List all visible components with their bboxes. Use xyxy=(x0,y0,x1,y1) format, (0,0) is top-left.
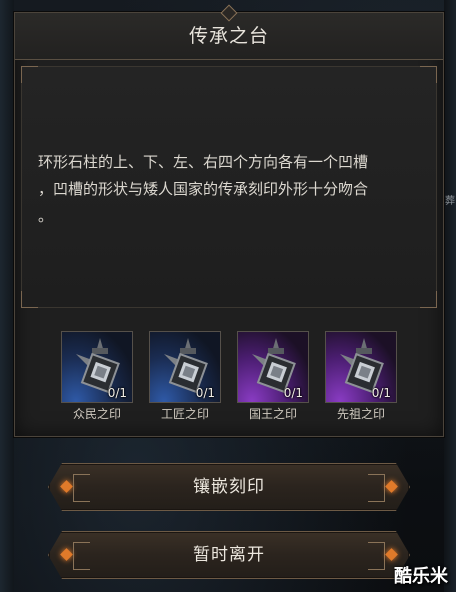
bracket-ornament xyxy=(368,542,385,570)
corner-ornament xyxy=(21,66,38,83)
seal-slot-frame: 0/1 xyxy=(325,331,397,403)
embed-seal-label: 镶嵌刻印 xyxy=(193,477,265,497)
site-watermark: 酷乐米 xyxy=(394,566,448,587)
inheritance-altar-dialog: 传承之台 环形石柱的上、下、左、右四个方向各有一个凹槽 ，凹槽的形状与矮人国家的… xyxy=(14,4,444,437)
corner-ornament xyxy=(420,291,437,308)
seal-slot-frame: 0/1 xyxy=(61,331,133,403)
edge-text-fragment: 葬 xyxy=(445,196,455,207)
dialog-title-bar: 传承之台 xyxy=(15,4,443,60)
seal-count: 0/1 xyxy=(107,386,127,400)
background-left-edge xyxy=(0,0,14,592)
corner-ornament xyxy=(21,291,38,308)
seal-slot-king[interactable]: 0/1 国王之印 xyxy=(237,331,309,423)
seal-slot-frame: 0/1 xyxy=(237,331,309,403)
seal-slot-ancestor[interactable]: 0/1 先祖之印 xyxy=(325,331,397,423)
seal-slots: 0/1 众民之印 0/1 工匠之印 0/1 国王之印 0/1 先祖之印 xyxy=(61,331,401,423)
dialog-title: 传承之台 xyxy=(188,25,269,47)
seal-label: 众民之印 xyxy=(72,407,121,421)
seal-count: 0/1 xyxy=(195,386,215,400)
game-scene: 葬 传承之台 环形石柱的上、下、左、右四个方向各有一个凹槽 ，凹槽的形状与矮人国… xyxy=(0,0,456,592)
seal-count: 0/1 xyxy=(371,386,391,400)
leave-button[interactable]: 暂时离开 xyxy=(48,531,410,579)
description-text: 环形石柱的上、下、左、右四个方向各有一个凹槽 ，凹槽的形状与矮人国家的传承刻印外… xyxy=(38,153,369,225)
seal-label: 工匠之印 xyxy=(160,407,209,421)
seal-label: 国王之印 xyxy=(248,407,297,421)
background-right-edge xyxy=(444,0,456,592)
seal-label: 先祖之印 xyxy=(336,407,385,421)
bracket-ornament xyxy=(368,474,385,502)
corner-ornament xyxy=(420,66,437,83)
seal-slot-commoners[interactable]: 0/1 众民之印 xyxy=(61,331,133,423)
seal-slot-craftsman[interactable]: 0/1 工匠之印 xyxy=(149,331,221,423)
description-box: 环形石柱的上、下、左、右四个方向各有一个凹槽 ，凹槽的形状与矮人国家的传承刻印外… xyxy=(21,66,437,308)
seal-slot-frame: 0/1 xyxy=(149,331,221,403)
leave-label: 暂时离开 xyxy=(193,545,265,565)
embed-seal-button[interactable]: 镶嵌刻印 xyxy=(48,463,410,511)
seal-count: 0/1 xyxy=(283,386,303,400)
